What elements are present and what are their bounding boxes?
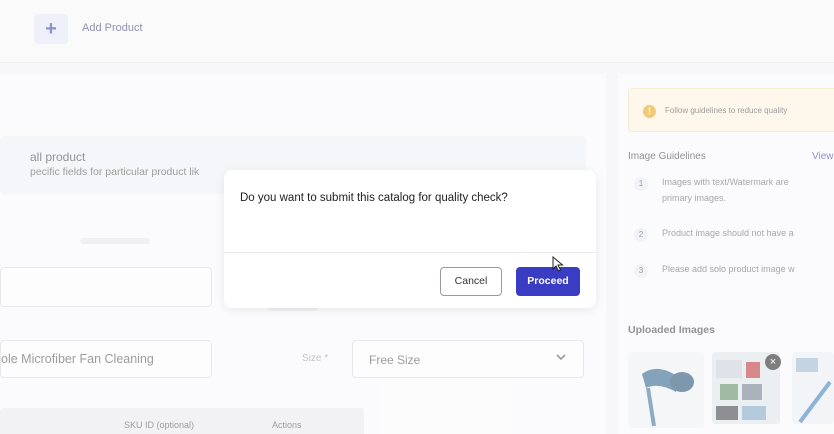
mouse-cursor-icon xyxy=(552,255,564,277)
confirm-dialog: Do you want to submit this catalog for q… xyxy=(224,170,596,308)
dialog-divider xyxy=(224,252,596,253)
cancel-button[interactable]: Cancel xyxy=(440,267,502,296)
proceed-button[interactable]: Proceed xyxy=(516,267,580,296)
dialog-question: Do you want to submit this catalog for q… xyxy=(240,192,508,204)
